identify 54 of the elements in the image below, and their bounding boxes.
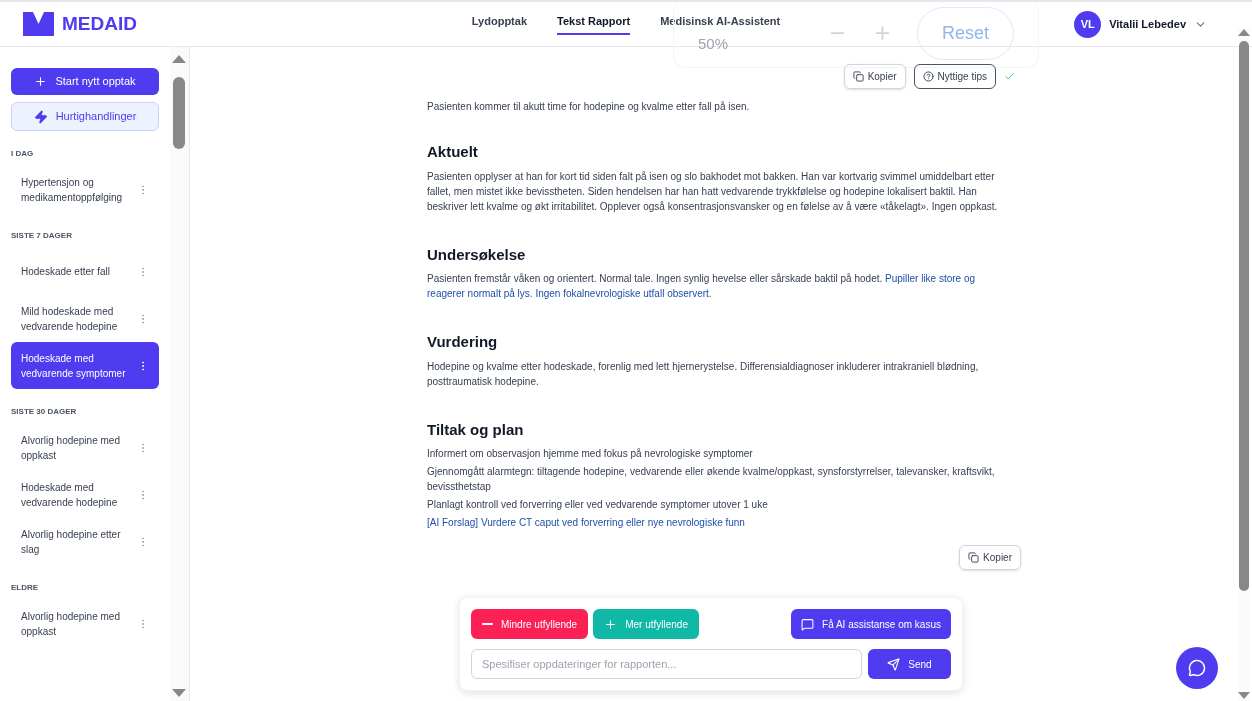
plus-icon [604, 617, 618, 631]
history-item[interactable]: Alvorlig hodepine etter slag [11, 518, 159, 565]
nav-tab[interactable]: Medisinsk AI-Assistent [660, 13, 781, 35]
group-heading: ELDRE [11, 582, 40, 594]
report-paragraph: Informert om observasjon hjemme med fokus på nevrologiske symptomer [427, 447, 754, 461]
chat-icon [801, 617, 815, 631]
report-paragraph: Pasienten kommer til akutt time for hodepine og kvalme etter fall på isen. [427, 100, 751, 114]
group-heading: SISTE 30 DAGER [11, 406, 78, 418]
plus-icon [34, 75, 48, 88]
tips-button[interactable]: Nyttige tips [913, 64, 996, 89]
section-heading: Undersøkelse [427, 244, 527, 265]
copy-icon [852, 71, 864, 82]
chat-button[interactable] [1176, 647, 1218, 689]
zoom-level: 50% [698, 33, 730, 54]
user-name[interactable]: Vitalii Lebedev [1109, 15, 1186, 33]
report-paragraph: [AI Forslag] Vurdere CT caput ved forverring eller nye nevrologiske funn [427, 516, 746, 530]
brand-name: MEDAID [62, 11, 137, 36]
history-item[interactable]: Alvorlig hodepine med oppkast [11, 424, 159, 471]
minus-icon [482, 623, 493, 625]
report-paragraph: Pasienten fremstår våken og orientert. Normal tale. Ingen synlig hevelse eller sårskade baktil på hodet. Pupiller like store og reagerer normalt på lys. Ingen fokalnevrologiske utfall observert. [427, 272, 977, 301]
copy-button[interactable]: Kopier [959, 545, 1021, 570]
section-heading: Tiltak og plan [427, 419, 525, 440]
report-paragraph: Gjennomgått alarmtegn: tiltagende hodepine, vedvarende eller økende kvalme/oppkast, synsforstyrrelser, talevansker, kraftsvikt, bevissthetstap [427, 465, 996, 494]
history-item[interactable]: Mild hodeskade med vedvarende hodepine [11, 295, 159, 342]
sidebar-scrollbar[interactable] [170, 47, 190, 701]
new-recording-button[interactable]: Start nytt opptak [11, 68, 159, 95]
history-item[interactable]: Hodeskade med vedvarende symptomer [11, 342, 159, 389]
nav-tab[interactable]: Lydopptak [471, 13, 528, 35]
ai-assist-button[interactable]: Få AI assistanse om kasus [791, 609, 951, 639]
nav-tab[interactable]: Tekst Rapport [557, 13, 631, 35]
logo-icon [23, 12, 54, 36]
section-heading: Aktuelt [427, 142, 479, 162]
history-item[interactable]: Hypertensjon og medikamentoppfølging [11, 166, 159, 213]
history-item[interactable]: Alvorlig hodepine med oppkast [11, 600, 159, 647]
help-icon [922, 71, 934, 82]
history-item[interactable]: Hodeskade etter fall [11, 248, 159, 295]
copy-button[interactable]: Kopier [843, 64, 906, 89]
section-heading: Vurdering [427, 332, 499, 352]
report-paragraph: Hodepine og kvalme etter hodeskade, forenlig med lett hjernerystelse. Differensialdiagnoser inkluderer intrakraniell blødning, posttraumatisk hodepine. [427, 359, 980, 389]
chat-bubble-icon [1188, 659, 1206, 677]
send-icon [887, 657, 901, 671]
quick-actions-button[interactable]: Hurtighandlinger [11, 102, 159, 131]
report-paragraph: Planlagt kontroll ved forverring eller ved vedvarende symptomer utover 1 uke [427, 498, 769, 512]
page-scrollbar[interactable] [1238, 29, 1250, 701]
group-heading: I DAG [11, 148, 35, 160]
report-paragraph: Pasienten opplyser at han for kort tid siden falt på isen og slo bakhodet mot bakken. Han var kortvarig svimmel umiddelbart etter fallet, men mistet ikke bevisstheten. Siden hendelsen har han hatt vedvarende trykkfølelse og hodepine lokalisert baktil. Han beskriver lett kvalme og økt irritabilitet. Opplever også konsentrasjonsvansker og en følelse av å være «tåkelagt». Ingen oppkast. [427, 169, 999, 214]
history-item[interactable]: Hodeskade med vedvarende hodepine [11, 471, 159, 518]
send-button[interactable]: Send [868, 649, 951, 679]
copy-icon [968, 552, 980, 563]
group-heading: SISTE 7 DAGER [11, 230, 73, 242]
user-avatar[interactable]: VL [1074, 10, 1102, 38]
less-detailed-button[interactable]: Mindre utfyllende [471, 609, 589, 639]
lightning-icon [33, 109, 48, 124]
update-input-field[interactable]: Spesifiser oppdateringer for rapporten... [471, 649, 862, 679]
